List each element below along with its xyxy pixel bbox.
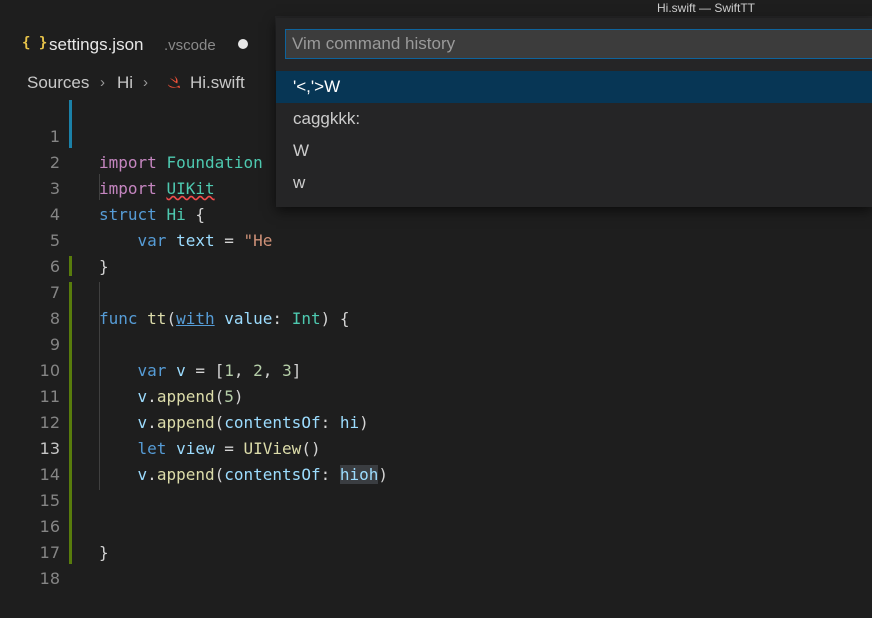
- title-bar: Hi.swift — SwiftTT: [0, 0, 872, 16]
- unsaved-dot-icon[interactable]: [238, 39, 248, 49]
- history-item-label: W: [293, 141, 310, 160]
- tab-label: settings.json: [49, 35, 144, 54]
- json-icon: { }: [22, 35, 48, 51]
- breadcrumb-item-sources[interactable]: Sources: [27, 70, 89, 96]
- code-line[interactable]: 11 v.append(contentsOf: hi): [0, 358, 872, 432]
- history-item[interactable]: w: [276, 167, 872, 199]
- palette-search-input[interactable]: [286, 30, 872, 58]
- window-title: Hi.swift — SwiftTT: [657, 1, 755, 15]
- history-item-label: '<,'>W: [293, 77, 341, 96]
- code-line[interactable]: 16 }: [0, 488, 872, 562]
- history-item[interactable]: '<,'>W: [276, 71, 872, 103]
- line-number: 18: [39, 569, 60, 588]
- code-line[interactable]: 7 func tt(with value: Int) {: [0, 254, 872, 328]
- breadcrumb-item-hi[interactable]: Hi: [117, 70, 133, 96]
- history-item[interactable]: W: [276, 135, 872, 167]
- swift-icon: [167, 75, 180, 89]
- code-line[interactable]: 12 let view = UIView(): [0, 384, 872, 458]
- palette-input-box[interactable]: [285, 29, 872, 59]
- chevron-right-icon: ›: [143, 74, 148, 91]
- history-item-label: caggkkk:: [293, 109, 361, 128]
- code-line[interactable]: 6: [0, 228, 872, 276]
- code-line[interactable]: 14: [0, 436, 872, 484]
- history-item-label: w: [293, 173, 306, 192]
- code-line[interactable]: 15: [0, 462, 872, 510]
- code-line[interactable]: 9 var v = [1, 2, 3]: [0, 306, 872, 380]
- code-line-active[interactable]: 13 v.append(contentsOf: hioh): [0, 410, 872, 484]
- tab-settings-json[interactable]: { } settings.json .vscode: [0, 16, 275, 70]
- chevron-right-icon: ›: [100, 74, 105, 91]
- code-line[interactable]: 8: [0, 280, 872, 328]
- vim-command-history-picker: '<,'>W caggkkk: W w: [276, 18, 872, 207]
- breadcrumb-item-file[interactable]: Hi.swift: [190, 70, 245, 96]
- code-line[interactable]: 10 v.append(5): [0, 332, 872, 406]
- history-item[interactable]: caggkkk:: [276, 103, 872, 135]
- code-line[interactable]: 18: [0, 540, 872, 588]
- tab-description: .vscode: [164, 37, 216, 54]
- code-line[interactable]: 17: [0, 514, 872, 562]
